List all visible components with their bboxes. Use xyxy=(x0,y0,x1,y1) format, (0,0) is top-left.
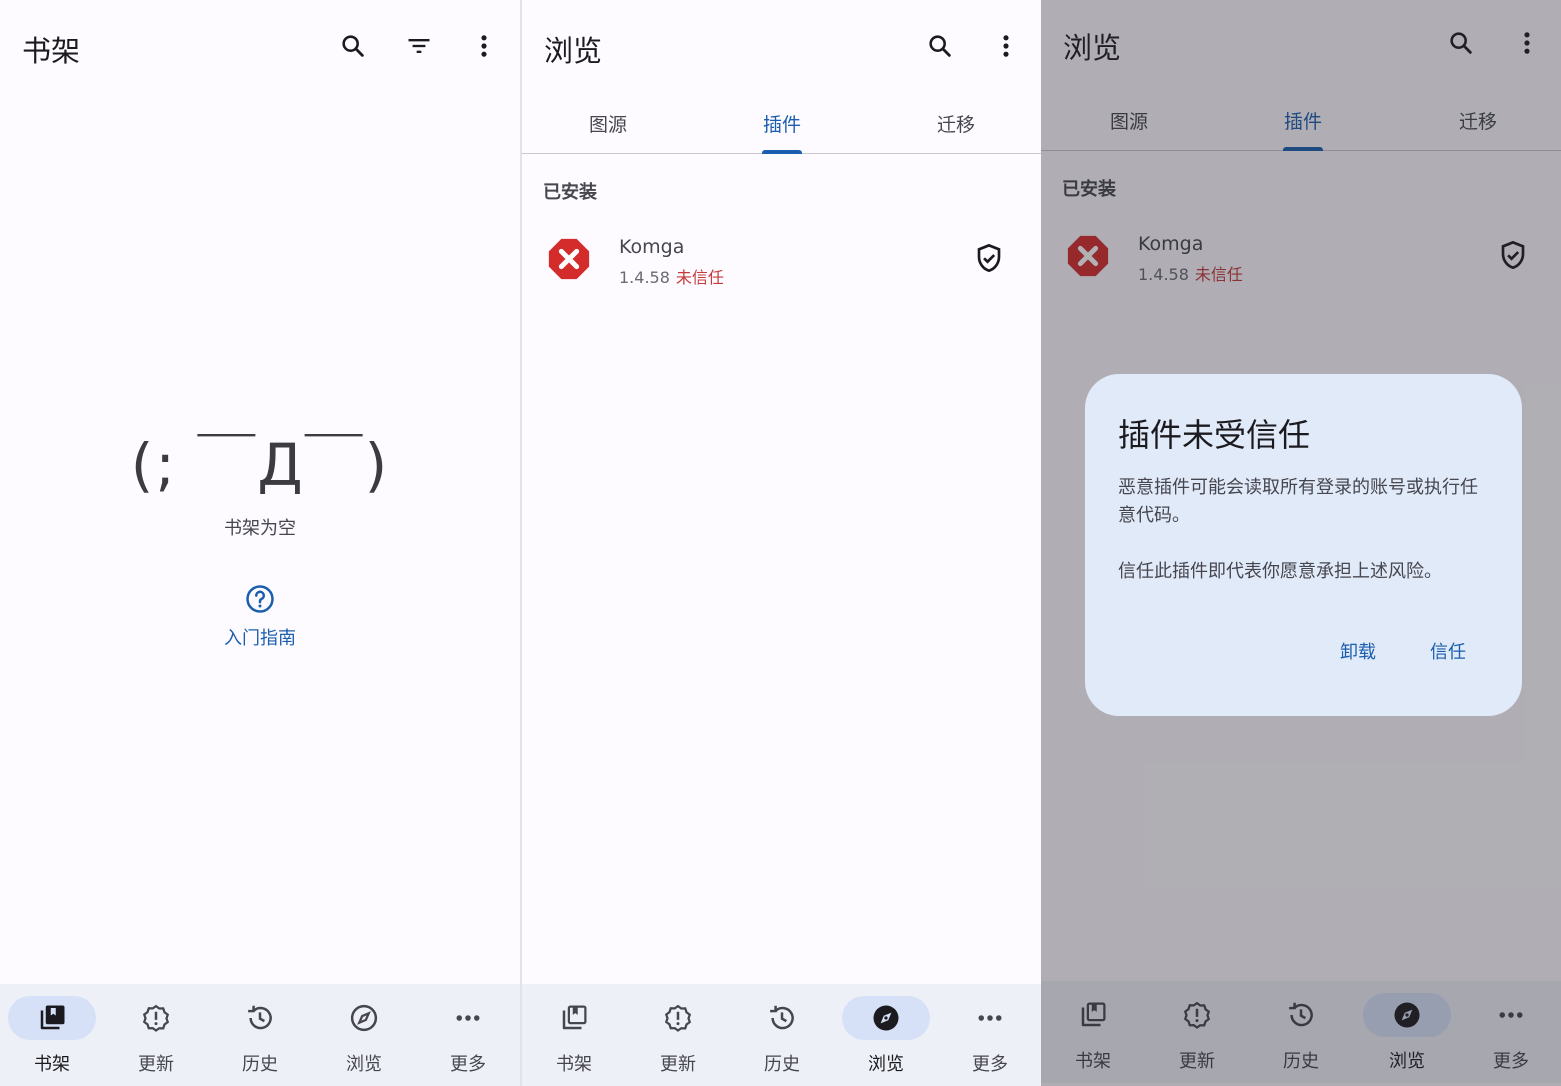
nav-label: 更多 xyxy=(450,1054,486,1075)
extension-version-line: 1.4.58 未信任 xyxy=(619,264,724,288)
bottom-navigation: 书架 更新 历史 浏览 更多 xyxy=(522,984,1041,1086)
nav-indicator xyxy=(946,996,1034,1040)
search-button[interactable] xyxy=(922,28,958,64)
untrusted-extension-dialog: 插件未受信任 恶意插件可能会读取所有登录的账号或执行任意代码。 信任此插件即代表… xyxy=(1085,374,1522,716)
extension-version: 1.4.58 xyxy=(619,268,670,287)
overflow-menu-button[interactable] xyxy=(988,28,1024,64)
nav-label: 浏览 xyxy=(346,1054,382,1075)
uninstall-button[interactable]: 卸载 xyxy=(1340,638,1376,664)
bottom-navigation: 书架 更新 历史 浏览 更多 xyxy=(0,984,520,1086)
history-icon xyxy=(770,1005,794,1030)
nav-more[interactable]: 更多 xyxy=(938,996,1041,1082)
top-app-bar: 书架 xyxy=(0,0,520,92)
nav-more[interactable]: 更多 xyxy=(416,996,520,1082)
tab-sources[interactable]: 图源 xyxy=(589,110,627,137)
nav-history[interactable]: 历史 xyxy=(730,996,834,1082)
browse-screen-with-dialog: 浏览 图源 插件 迁移 已安装 Komga 1.4.58 未信任 书架 更新 历… xyxy=(1041,0,1561,1086)
section-header-installed: 已安装 xyxy=(543,182,597,203)
browse-screen: 浏览 图源 插件 迁移 已安装 Komga 1.4.58 未信任 书架 更新 历… xyxy=(522,0,1041,1086)
nav-label: 书架 xyxy=(556,1054,592,1075)
page-title: 浏览 xyxy=(544,34,603,68)
empty-library-text: 书架为空 xyxy=(224,518,296,539)
ext-error-icon xyxy=(548,238,590,280)
library-screen: 书架 (; ￣Д￣) 书架为空 入门指南 书架 更新 历史 浏览 更多 xyxy=(0,0,520,1086)
nav-label: 历史 xyxy=(242,1054,278,1075)
dialog-body: 恶意插件可能会读取所有登录的账号或执行任意代码。 信任此插件即代表你愿意承担上述… xyxy=(1118,474,1493,586)
page-title: 书架 xyxy=(22,34,81,68)
filter-icon xyxy=(408,39,430,53)
nav-history[interactable]: 历史 xyxy=(208,996,312,1082)
more-horiz-icon xyxy=(978,1015,1002,1021)
more-horiz-icon xyxy=(456,1015,480,1021)
tab-extensions[interactable]: 插件 xyxy=(763,110,801,137)
nav-label: 更新 xyxy=(138,1054,174,1075)
nav-label: 浏览 xyxy=(868,1054,904,1075)
nav-updates[interactable]: 更新 xyxy=(104,996,208,1082)
nav-indicator xyxy=(424,996,512,1040)
filter-button[interactable] xyxy=(401,28,437,64)
nav-indicator xyxy=(112,996,200,1040)
empty-face: (; ￣Д￣) xyxy=(130,431,390,499)
nav-indicator xyxy=(530,996,618,1040)
more-vert-icon xyxy=(1003,35,1009,57)
nav-label: 更新 xyxy=(660,1054,696,1075)
updates-icon xyxy=(142,1004,170,1032)
tab-migrate[interactable]: 迁移 xyxy=(937,110,975,137)
top-app-bar: 浏览 xyxy=(522,0,1041,92)
tab-row: 图源 插件 迁移 xyxy=(522,100,1041,154)
library-icon xyxy=(562,1005,587,1030)
nav-library[interactable]: 书架 xyxy=(522,996,626,1082)
nav-indicator xyxy=(738,996,826,1040)
nav-indicator xyxy=(8,996,96,1040)
history-icon xyxy=(248,1005,272,1030)
nav-label: 书架 xyxy=(34,1054,70,1075)
nav-library[interactable]: 书架 xyxy=(0,996,104,1082)
dialog-title: 插件未受信任 xyxy=(1118,416,1311,454)
dialog-consent-text: 信任此插件即代表你愿意承担上述风险。 xyxy=(1118,561,1442,582)
extension-name: Komga xyxy=(619,236,685,258)
more-vert-icon xyxy=(481,35,487,57)
nav-indicator xyxy=(216,996,304,1040)
tab-indicator xyxy=(762,150,802,154)
dialog-warning-text: 恶意插件可能会读取所有登录的账号或执行任意代码。 xyxy=(1118,477,1478,526)
help-icon[interactable] xyxy=(245,584,275,614)
nav-indicator xyxy=(634,996,722,1040)
nav-label: 历史 xyxy=(764,1054,800,1075)
trust-button[interactable]: 信任 xyxy=(1430,638,1466,664)
extension-list-item[interactable]: Komga 1.4.58 未信任 xyxy=(522,222,1041,298)
search-icon xyxy=(929,35,951,57)
overflow-menu-button[interactable] xyxy=(466,28,502,64)
search-icon xyxy=(342,35,364,57)
library-icon xyxy=(40,1005,65,1030)
nav-browse[interactable]: 浏览 xyxy=(312,996,416,1082)
nav-indicator xyxy=(842,996,930,1040)
extension-untrusted-badge: 未信任 xyxy=(675,268,724,287)
search-button[interactable] xyxy=(335,28,371,64)
nav-indicator xyxy=(320,996,408,1040)
shield-check-icon[interactable] xyxy=(973,242,1005,274)
nav-updates[interactable]: 更新 xyxy=(626,996,730,1082)
updates-icon xyxy=(664,1004,692,1032)
nav-label: 更多 xyxy=(972,1054,1008,1075)
nav-browse[interactable]: 浏览 xyxy=(834,996,938,1082)
getting-started-link[interactable]: 入门指南 xyxy=(0,624,520,650)
explore-icon xyxy=(873,1005,899,1031)
explore-icon xyxy=(350,1004,378,1032)
